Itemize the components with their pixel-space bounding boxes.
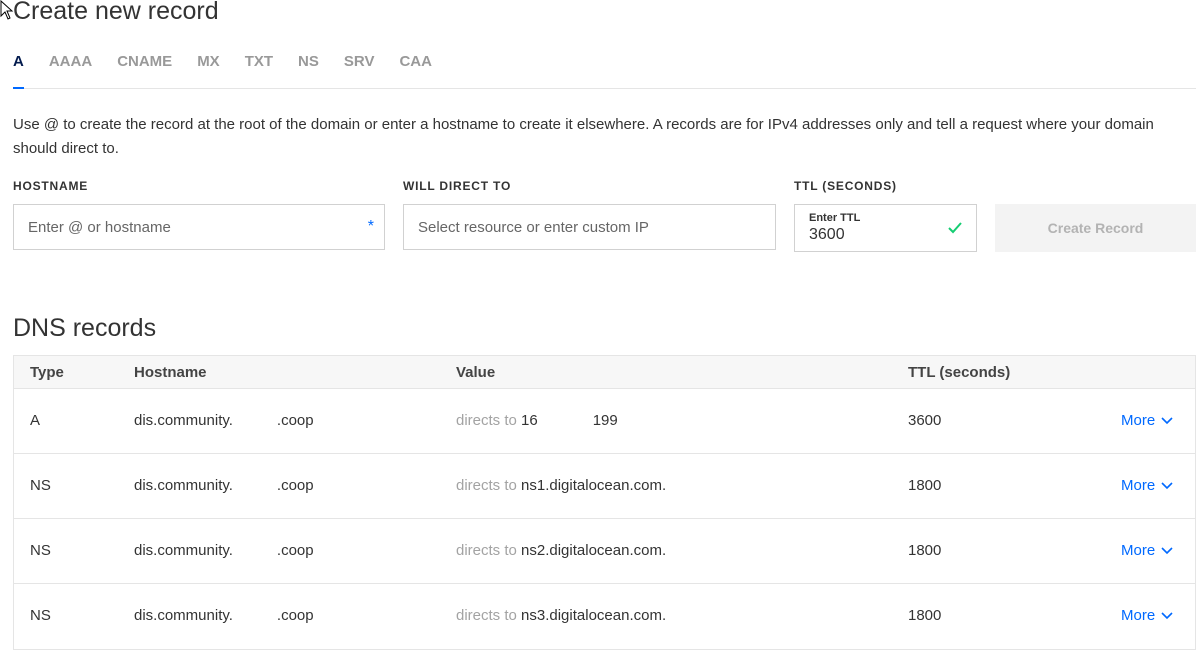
record-hostname: dis.community. .coop bbox=[134, 607, 314, 626]
column-value: Value bbox=[456, 364, 496, 381]
hostname-start: dis.community. bbox=[134, 412, 233, 429]
more-label: More bbox=[1121, 542, 1156, 559]
chevron-down-icon bbox=[1161, 547, 1173, 555]
direct-to-input[interactable] bbox=[404, 205, 775, 249]
mouse-pointer-icon bbox=[0, 0, 14, 20]
directs-to-label: directs to bbox=[456, 477, 517, 494]
required-asterisk-icon: * bbox=[367, 218, 374, 235]
hostname-end: .coop bbox=[276, 477, 314, 494]
tab-srv[interactable]: SRV bbox=[344, 44, 375, 88]
table-row: NS dis.community. .coop directs to ns1.di… bbox=[14, 454, 1195, 519]
more-menu-button[interactable]: More bbox=[1121, 607, 1173, 624]
directs-to-label: directs to bbox=[456, 607, 517, 624]
directs-to-label: directs to bbox=[456, 412, 517, 429]
directs-to-label: directs to bbox=[456, 542, 517, 559]
value-end: 199 bbox=[592, 412, 618, 429]
record-ttl: 1800 bbox=[908, 607, 942, 624]
tab-aaaa[interactable]: AAAA bbox=[49, 44, 92, 88]
help-text: Use @ to create the record at the root o… bbox=[13, 116, 1154, 157]
hostname-start: dis.community. bbox=[134, 542, 233, 559]
record-type: NS bbox=[30, 542, 51, 559]
direct-label: WILL DIRECT TO bbox=[403, 179, 512, 193]
more-menu-button[interactable]: More bbox=[1121, 477, 1173, 494]
column-type: Type bbox=[30, 364, 64, 381]
page-title: Create new record bbox=[13, 0, 219, 25]
create-record-button[interactable]: Create Record bbox=[995, 204, 1196, 252]
record-value: directs to ns3.digitalocean.com. bbox=[456, 607, 666, 624]
table-row: A dis.community. .coop directs to 16 199 3… bbox=[14, 389, 1195, 454]
table-header: Type Hostname Value TTL (seconds) bbox=[14, 356, 1195, 389]
ttl-label: TTL (SECONDS) bbox=[794, 179, 897, 193]
tab-cname[interactable]: CNAME bbox=[117, 44, 172, 88]
chevron-down-icon bbox=[1161, 417, 1173, 425]
tab-mx[interactable]: MX bbox=[197, 44, 220, 88]
chevron-down-icon bbox=[1161, 612, 1173, 620]
column-ttl: TTL (seconds) bbox=[908, 364, 1011, 381]
record-ttl: 1800 bbox=[908, 542, 942, 559]
column-hostname: Hostname bbox=[134, 364, 207, 381]
hostname-end: .coop bbox=[276, 412, 314, 429]
record-hostname: dis.community. .coop bbox=[134, 542, 314, 561]
table-row: NS dis.community. .coop directs to ns3.di… bbox=[14, 584, 1195, 649]
hostname-end: .coop bbox=[276, 542, 314, 559]
more-label: More bbox=[1121, 477, 1156, 494]
hostname-start: dis.community. bbox=[134, 607, 233, 624]
chevron-down-icon bbox=[1161, 482, 1173, 490]
value-start: 16 bbox=[521, 412, 538, 429]
record-type: NS bbox=[30, 607, 51, 624]
record-hostname: dis.community. .coop bbox=[134, 412, 314, 431]
ttl-input[interactable]: 3600 bbox=[809, 226, 845, 244]
record-hostname: dis.community. .coop bbox=[134, 477, 314, 496]
hostname-end: .coop bbox=[276, 607, 314, 624]
dns-records-title: DNS records bbox=[13, 314, 157, 342]
redaction-block bbox=[232, 477, 277, 496]
more-label: More bbox=[1121, 412, 1156, 429]
dns-records-table: Type Hostname Value TTL (seconds) A dis.… bbox=[13, 355, 1196, 650]
tab-txt[interactable]: TXT bbox=[245, 44, 273, 88]
value-start: ns3.digitalocean.com. bbox=[521, 607, 667, 624]
record-ttl: 3600 bbox=[908, 412, 942, 429]
checkmark-icon bbox=[948, 222, 962, 234]
record-value: directs to 16 199 bbox=[456, 412, 618, 429]
redaction-block bbox=[232, 542, 277, 561]
record-type: NS bbox=[30, 477, 51, 494]
redaction-block bbox=[232, 412, 277, 431]
record-value: directs to ns2.digitalocean.com. bbox=[456, 542, 666, 559]
record-type: A bbox=[30, 412, 41, 429]
record-value: directs to ns1.digitalocean.com. bbox=[456, 477, 666, 494]
more-menu-button[interactable]: More bbox=[1121, 542, 1173, 559]
ttl-field[interactable]: Enter TTL 3600 bbox=[794, 204, 977, 252]
ttl-field-label: Enter TTL bbox=[809, 212, 861, 224]
more-label: More bbox=[1121, 607, 1156, 624]
value-start: ns2.digitalocean.com. bbox=[521, 542, 667, 559]
hostname-start: dis.community. bbox=[134, 477, 233, 494]
tab-ns[interactable]: NS bbox=[298, 44, 319, 88]
table-row: NS dis.community. .coop directs to ns2.di… bbox=[14, 519, 1195, 584]
hostname-input[interactable] bbox=[14, 205, 384, 249]
hostname-field-container: * bbox=[13, 204, 385, 250]
hostname-label: HOSTNAME bbox=[13, 179, 89, 193]
record-type-tabs: A AAAA CNAME MX TXT NS SRV CAA bbox=[13, 44, 1196, 89]
direct-field-container bbox=[403, 204, 776, 250]
tab-caa[interactable]: CAA bbox=[399, 44, 432, 88]
redaction-block bbox=[232, 607, 277, 626]
value-start: ns1.digitalocean.com. bbox=[521, 477, 667, 494]
record-ttl: 1800 bbox=[908, 477, 942, 494]
tab-a[interactable]: A bbox=[13, 44, 24, 89]
more-menu-button[interactable]: More bbox=[1121, 412, 1173, 429]
